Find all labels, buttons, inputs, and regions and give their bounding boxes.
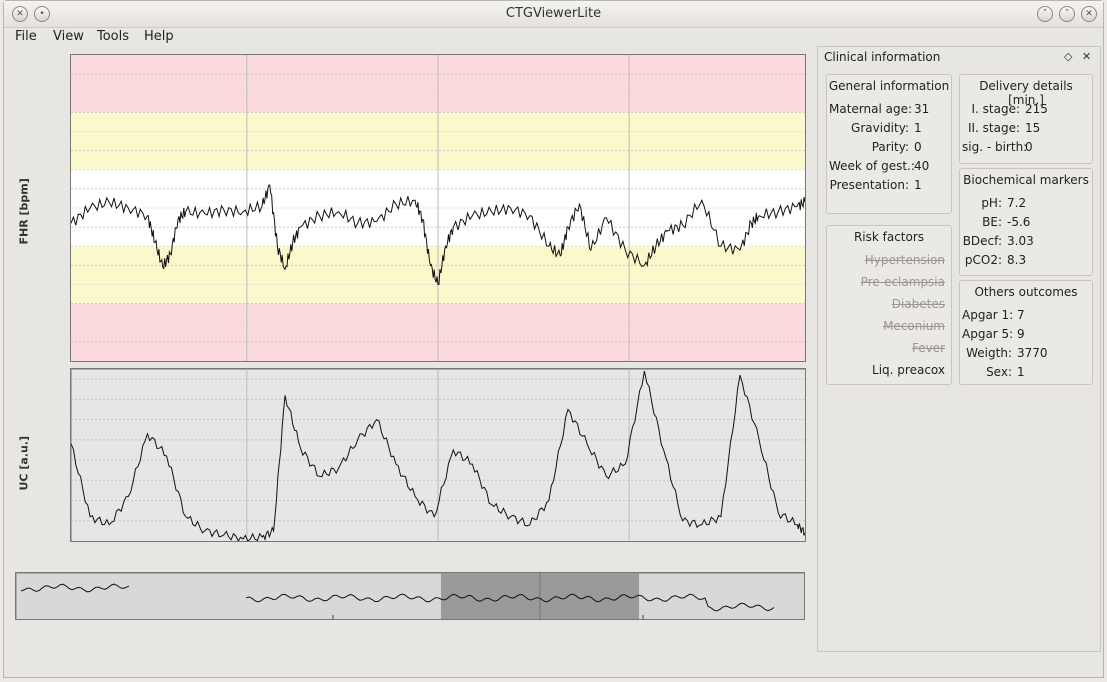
overview-trace	[20, 583, 130, 593]
general-key: Gravidity:	[851, 121, 909, 135]
risk-factors-group: Risk factors Hypertension Pre-eclampsia Di…	[826, 225, 952, 385]
outcomes-row: Apgar 5: 9	[962, 327, 1025, 341]
risk-factor-item: Pre-eclampsia	[860, 275, 945, 289]
general-row: Week of gest.:40	[829, 159, 929, 173]
general-row: Parity: 0	[829, 140, 922, 154]
close-icon[interactable]: ✕	[1081, 6, 1097, 22]
delivery-key: sig. - birth:	[962, 140, 1028, 154]
biochem-key: pH:	[981, 196, 1002, 210]
general-row: Presentation: 1	[829, 178, 922, 192]
biochem-key: pCO2:	[964, 253, 1002, 267]
delivery-value: 15	[1025, 121, 1041, 135]
biochem-value: 8.3	[1007, 253, 1027, 267]
general-value: 40	[914, 159, 930, 173]
risk-factor-item: Hypertension	[864, 253, 945, 267]
risk-factor-item: Fever	[911, 341, 945, 355]
outcomes-value: 7	[1017, 308, 1025, 322]
outcomes-key: Sex:	[986, 365, 1012, 379]
general-key: Parity:	[871, 140, 909, 154]
general-value: 0	[914, 140, 922, 154]
general-value: 1	[914, 178, 922, 192]
float-icon[interactable]: ◇	[1064, 50, 1072, 63]
outcomes-value: 3770	[1017, 346, 1048, 360]
risk-factor-item: Diabetes	[891, 297, 945, 311]
title-bar: ✕ • CTGViewerLite ˅ ˄ ✕	[4, 1, 1103, 28]
biochem-row: pH: 7.2	[962, 196, 1026, 210]
general-info-title: General information	[828, 79, 950, 93]
general-row: Gravidity: 1	[829, 121, 922, 135]
menu-tools[interactable]: Tools	[97, 29, 129, 44]
maximize-icon[interactable]: ˄	[1059, 6, 1075, 22]
general-key: Presentation:	[829, 178, 909, 192]
biochem-row: BDecf: 3.03	[962, 234, 1034, 248]
menu-bar: File View Tools Help	[4, 27, 1103, 47]
outcomes-value: 9	[1017, 327, 1025, 341]
other-outcomes-title: Others outcomes	[974, 285, 1078, 299]
biochem-row: BE: -5.6	[962, 215, 1030, 229]
general-value: 1	[914, 121, 922, 135]
other-outcomes-group: Others outcomes Apgar 1: 7 Apgar 5: 9 Weigth…	[959, 280, 1093, 385]
delivery-row: II. stage: 15	[962, 121, 1040, 135]
menu-help[interactable]: Help	[144, 29, 174, 44]
delivery-row: sig. - birth:0	[962, 140, 1033, 154]
clinical-info-panel: Clinical information ◇ ✕ General informa…	[817, 46, 1101, 652]
outcomes-row: Sex: 1	[962, 365, 1025, 379]
risk-factor-item: Liq. preacox	[872, 363, 945, 377]
biochem-value: -5.6	[1007, 215, 1031, 229]
delivery-key: II. stage:	[967, 121, 1020, 135]
menu-view[interactable]: View	[53, 29, 84, 44]
biochem-value: 3.03	[1007, 234, 1034, 248]
risk-factor-item: Meconium	[883, 319, 945, 333]
biochem-row: pCO2: 8.3	[962, 253, 1026, 267]
delivery-value: 215	[1025, 102, 1048, 116]
minimize-icon[interactable]: ˅	[1037, 6, 1053, 22]
uc-ylabel: UC [a.u.]	[17, 435, 31, 491]
outcomes-value: 1	[1017, 365, 1025, 379]
delivery-value: 0	[1025, 140, 1033, 154]
outcomes-key: Apgar 1:	[962, 308, 1014, 322]
biochem-key: BDecf:	[962, 234, 1002, 248]
delivery-details-group: Delivery details [min.] I. stage: 215 II. …	[959, 74, 1093, 164]
fhr-ylabel: FHR [bpm]	[17, 178, 31, 245]
general-row: Maternal age: 31	[829, 102, 929, 116]
outcomes-row: Apgar 1: 7	[962, 308, 1025, 322]
outcomes-key: Apgar 5:	[962, 327, 1014, 341]
risk-factors-title: Risk factors	[853, 230, 925, 244]
general-key: Maternal age:	[829, 102, 913, 116]
overview-strip[interactable]	[15, 572, 805, 620]
menu-file[interactable]: File	[15, 29, 37, 44]
delivery-row: I. stage: 215	[962, 102, 1048, 116]
biochem-key: BE:	[982, 215, 1002, 229]
biochemical-markers-title: Biochemical markers	[963, 173, 1089, 187]
window-title: CTGViewerLite	[505, 6, 602, 21]
panel-title: Clinical information	[824, 50, 941, 64]
general-value: 31	[914, 102, 930, 116]
fhr-plot[interactable]	[70, 54, 806, 362]
panel-close-icon[interactable]: ✕	[1082, 50, 1091, 63]
biochem-value: 7.2	[1007, 196, 1027, 210]
outcomes-key: Weigth:	[966, 346, 1012, 360]
general-key: Week of gest.:	[829, 159, 915, 173]
biochemical-markers-group: Biochemical markers pH: 7.2 BE: -5.6 BDecf: 3…	[959, 168, 1093, 276]
uc-plot[interactable]	[70, 368, 806, 542]
outcomes-row: Weigth: 3770	[962, 346, 1048, 360]
general-info-group: General information Maternal age: 31 Gravi…	[826, 74, 952, 214]
delivery-key: I. stage:	[971, 102, 1020, 116]
